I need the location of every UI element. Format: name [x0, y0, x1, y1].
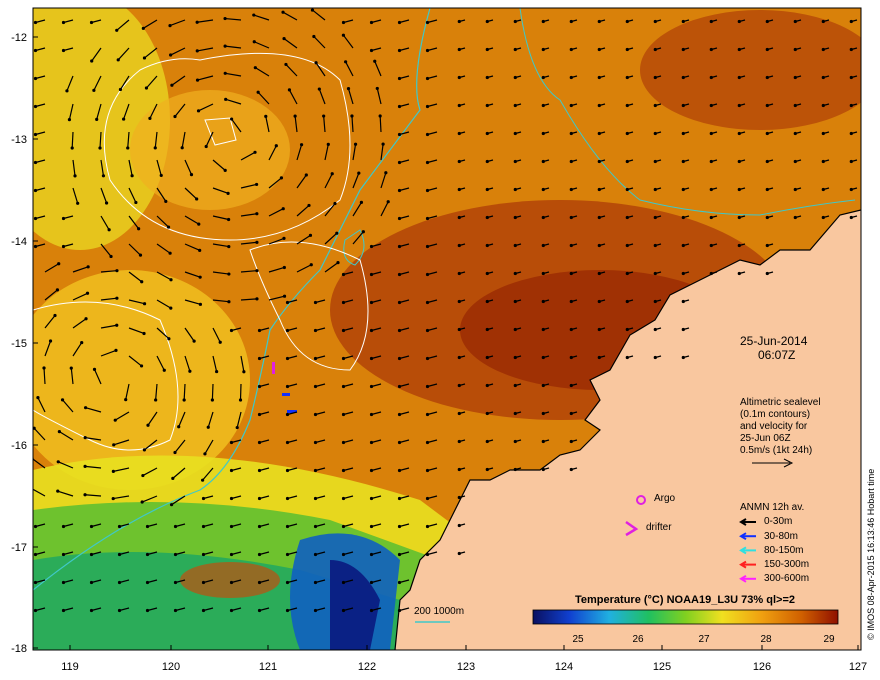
colorbar-tick-label: 26 [632, 634, 644, 645]
anmn-title: ANMN 12h av. [740, 502, 805, 513]
credit-text: © IMOS 08-Apr-2015 16:13:46 Hobart time [866, 468, 876, 640]
y-tick-label: -15 [11, 338, 27, 350]
y-tick-label: -18 [11, 643, 27, 655]
colorbar [532, 609, 839, 625]
x-tick-label: 122 [357, 661, 377, 673]
altimetry-note-line: and velocity for [740, 421, 808, 432]
time-label: 06:07Z [758, 348, 796, 362]
y-tick-label: -17 [11, 542, 27, 554]
colorbar-tick-label: 25 [572, 634, 584, 645]
sst-map-figure: -12 -13 -14 -15 -16 -17 -18 119 120 121 … [0, 0, 880, 680]
argo-label: Argo [654, 493, 676, 504]
x-tick-label: 120 [161, 661, 181, 673]
x-tick-label: 127 [848, 661, 868, 673]
y-tick-label: -12 [11, 32, 27, 44]
colorbar-tick-label: 29 [823, 634, 835, 645]
y-tick-label: -16 [11, 440, 27, 452]
x-tick-label: 121 [258, 661, 278, 673]
y-tick-label: -13 [11, 134, 27, 146]
colorbar-tick-label: 28 [760, 634, 772, 645]
date-label: 25-Jun-2014 [740, 334, 808, 348]
x-tick-label: 124 [554, 661, 574, 673]
sst-field [33, 8, 861, 650]
colorbar-title: Temperature (°C) NOAA19_L3U 73% ql>=2 [575, 594, 795, 606]
x-tick-label: 123 [456, 661, 476, 673]
altimetry-note-line: Altimetric sealevel [740, 397, 821, 408]
bathymetry-label: 200 1000m [414, 606, 465, 617]
altimetry-note-line: 25-Jun 06Z [740, 433, 791, 444]
colorbar-tick-label: 27 [698, 634, 710, 645]
anmn-depth-label: 0-30m [764, 516, 793, 527]
y-tick-label: -14 [11, 236, 27, 248]
anmn-depth-label: 150-300m [764, 559, 810, 570]
altimetry-note-line: 0.5m/s (1kt 24h) [740, 445, 813, 456]
drifter-label: drifter [646, 522, 672, 533]
x-tick-label: 119 [61, 661, 79, 673]
anmn-depth-label: 80-150m [764, 545, 804, 556]
anmn-depth-label: 300-600m [764, 573, 810, 584]
anmn-depth-label: 30-80m [764, 531, 798, 542]
x-tick-label: 125 [652, 661, 672, 673]
altimetry-note-line: (0.1m contours) [740, 409, 811, 420]
x-tick-label: 126 [752, 661, 772, 673]
